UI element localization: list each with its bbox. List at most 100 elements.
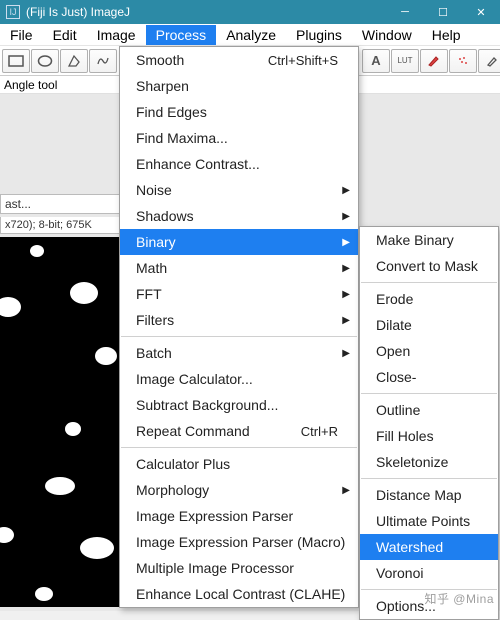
- process-item-enhance-contrast[interactable]: Enhance Contrast...: [120, 151, 358, 177]
- menu-process[interactable]: Process: [146, 25, 217, 45]
- menu-item-label: Multiple Image Processor: [136, 560, 294, 576]
- menu-item-label: Enhance Local Contrast (CLAHE): [136, 586, 345, 602]
- process-item-find-maxima[interactable]: Find Maxima...: [120, 125, 358, 151]
- menu-item-label: Image Calculator...: [136, 371, 253, 387]
- image-window-status: x720); 8-bit; 675K: [0, 217, 120, 234]
- binary-item-make-binary[interactable]: Make Binary: [360, 227, 498, 253]
- binary-item-skeletonize[interactable]: Skeletonize: [360, 449, 498, 475]
- process-item-enhance-local-contrast-clahe[interactable]: Enhance Local Contrast (CLAHE): [120, 581, 358, 607]
- binary-item-convert-to-mask[interactable]: Convert to Mask: [360, 253, 498, 279]
- tool-text[interactable]: A: [362, 49, 390, 73]
- menu-analyze[interactable]: Analyze: [216, 25, 286, 45]
- menu-item-label: Math: [136, 260, 167, 276]
- menu-item-label: Make Binary: [376, 232, 454, 248]
- binary-item-fill-holes[interactable]: Fill Holes: [360, 423, 498, 449]
- menu-item-label: Shadows: [136, 208, 194, 224]
- minimize-button[interactable]: ─: [386, 0, 424, 24]
- menu-item-label: Calculator Plus: [136, 456, 230, 472]
- menu-item-label: Skeletonize: [376, 454, 448, 470]
- menu-image[interactable]: Image: [87, 25, 146, 45]
- menu-window[interactable]: Window: [352, 25, 422, 45]
- process-item-filters[interactable]: Filters ▶: [120, 307, 358, 333]
- menu-help[interactable]: Help: [422, 25, 471, 45]
- submenu-arrow-icon: ▶: [342, 237, 350, 248]
- process-item-image-expression-parser[interactable]: Image Expression Parser: [120, 503, 358, 529]
- menu-item-label: Sharpen: [136, 78, 189, 94]
- process-item-find-edges[interactable]: Find Edges: [120, 99, 358, 125]
- menu-plugins[interactable]: Plugins: [286, 25, 352, 45]
- process-item-binary[interactable]: Binary ▶: [120, 229, 358, 255]
- menu-item-label: Smooth: [136, 52, 184, 68]
- process-item-smooth[interactable]: Smooth Ctrl+Shift+S: [120, 47, 358, 73]
- menu-item-label: Distance Map: [376, 487, 462, 503]
- binary-item-distance-map[interactable]: Distance Map: [360, 482, 498, 508]
- window-title: (Fiji Is Just) ImageJ: [26, 5, 130, 19]
- menu-file[interactable]: File: [0, 25, 43, 45]
- menu-item-label: Open: [376, 343, 410, 359]
- menu-item-label: Image Expression Parser (Macro): [136, 534, 345, 550]
- menubar: FileEditImageProcessAnalyzePluginsWindow…: [0, 24, 500, 46]
- menu-item-label: Fill Holes: [376, 428, 434, 444]
- menu-item-label: Outline: [376, 402, 420, 418]
- menu-item-label: Close-: [376, 369, 416, 385]
- image-canvas[interactable]: [0, 237, 120, 607]
- menu-shortcut: Ctrl+Shift+S: [268, 53, 338, 68]
- tool-polygon[interactable]: [60, 49, 88, 73]
- process-item-image-expression-parser-macro[interactable]: Image Expression Parser (Macro): [120, 529, 358, 555]
- submenu-arrow-icon: ▶: [342, 211, 350, 222]
- binary-submenu: Make Binary Convert to Mask Erode Dilate Ope…: [359, 226, 499, 620]
- process-item-noise[interactable]: Noise ▶: [120, 177, 358, 203]
- process-item-calculator-plus[interactable]: Calculator Plus: [120, 451, 358, 477]
- binary-item-ultimate-points[interactable]: Ultimate Points: [360, 508, 498, 534]
- menu-item-label: Image Expression Parser: [136, 508, 293, 524]
- tool-eyedropper[interactable]: [478, 49, 500, 73]
- menu-edit[interactable]: Edit: [43, 25, 87, 45]
- menu-item-label: Erode: [376, 291, 413, 307]
- maximize-button[interactable]: ☐: [424, 0, 462, 24]
- binary-item-dilate[interactable]: Dilate: [360, 312, 498, 338]
- tool-lut[interactable]: LUT: [391, 49, 419, 73]
- menu-item-label: Noise: [136, 182, 172, 198]
- tool-oval[interactable]: [31, 49, 59, 73]
- submenu-arrow-icon: ▶: [342, 315, 350, 326]
- binary-item-close[interactable]: Close-: [360, 364, 498, 390]
- menu-item-label: Watershed: [376, 539, 443, 555]
- menu-item-label: Morphology: [136, 482, 209, 498]
- menu-item-label: Repeat Command: [136, 423, 250, 439]
- watermark: 知乎 @Mina: [424, 590, 494, 607]
- submenu-arrow-icon: ▶: [342, 263, 350, 274]
- binary-item-watershed[interactable]: Watershed: [360, 534, 498, 560]
- menu-item-label: Batch: [136, 345, 172, 361]
- menu-item-label: Ultimate Points: [376, 513, 470, 529]
- process-item-fft[interactable]: FFT▶: [120, 281, 358, 307]
- process-item-batch[interactable]: Batch ▶: [120, 340, 358, 366]
- tool-freehand[interactable]: [89, 49, 117, 73]
- tool-brush[interactable]: [420, 49, 448, 73]
- menu-item-label: Enhance Contrast...: [136, 156, 260, 172]
- app-icon: IJ: [6, 5, 20, 19]
- process-item-math[interactable]: Math ▶: [120, 255, 358, 281]
- process-item-shadows[interactable]: Shadows ▶: [120, 203, 358, 229]
- binary-item-voronoi[interactable]: Voronoi: [360, 560, 498, 586]
- tool-rectangle[interactable]: [2, 49, 30, 73]
- submenu-arrow-icon: ▶: [342, 289, 350, 300]
- process-item-morphology[interactable]: Morphology ▶: [120, 477, 358, 503]
- binary-item-outline[interactable]: Outline: [360, 397, 498, 423]
- binary-item-erode[interactable]: Erode: [360, 286, 498, 312]
- menu-item-label: Filters: [136, 312, 174, 328]
- menu-item-label: Binary: [136, 234, 176, 250]
- process-item-sharpen[interactable]: Sharpen: [120, 73, 358, 99]
- process-item-subtract-background[interactable]: Subtract Background...: [120, 392, 358, 418]
- close-button[interactable]: ✕: [462, 0, 500, 24]
- binary-item-open[interactable]: Open: [360, 338, 498, 364]
- menu-item-label: Subtract Background...: [136, 397, 278, 413]
- process-item-image-calculator[interactable]: Image Calculator...: [120, 366, 358, 392]
- menu-item-label: Find Edges: [136, 104, 207, 120]
- menu-shortcut: Ctrl+R: [301, 424, 338, 439]
- process-item-repeat-command[interactable]: Repeat Command Ctrl+R: [120, 418, 358, 444]
- tool-spray[interactable]: [449, 49, 477, 73]
- submenu-arrow-icon: ▶: [342, 185, 350, 196]
- submenu-arrow-icon: ▶: [342, 485, 350, 496]
- submenu-arrow-icon: ▶: [342, 348, 350, 359]
- process-item-multiple-image-processor[interactable]: Multiple Image Processor: [120, 555, 358, 581]
